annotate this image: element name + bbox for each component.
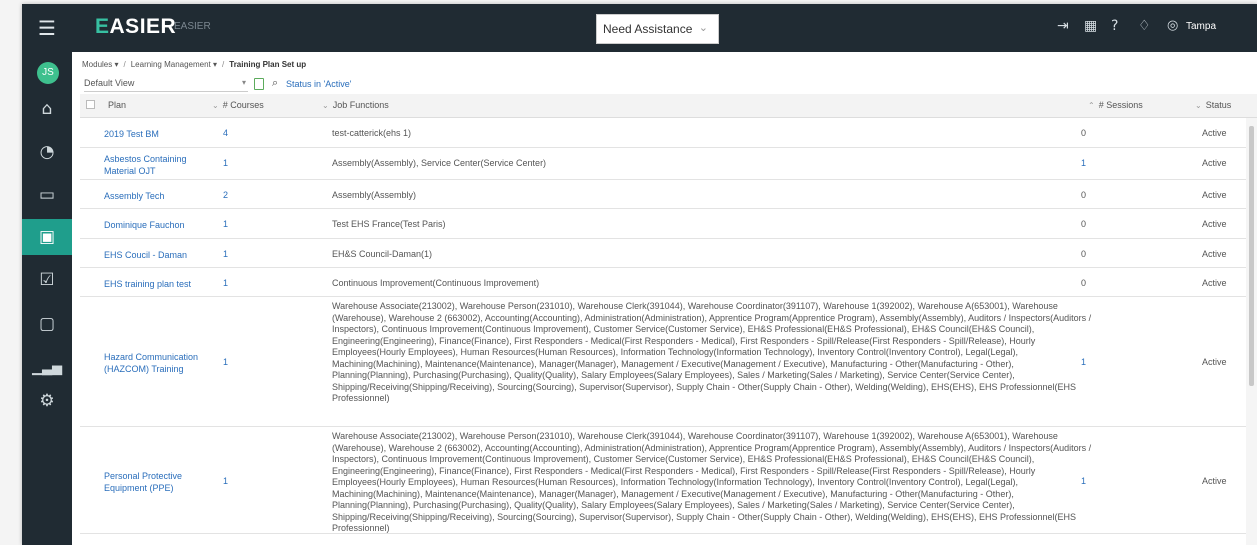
status-text: Active: [1202, 278, 1227, 288]
status-text: Active: [1202, 190, 1227, 200]
documents-icon[interactable]: ▢: [22, 306, 72, 342]
sort-icon: ⌄: [1195, 101, 1202, 110]
search-icon[interactable]: ⌕: [272, 76, 278, 90]
reports-icon[interactable]: ◔: [22, 134, 72, 170]
location-city[interactable]: Tampa: [1186, 21, 1216, 32]
app-background: ☰ EASIER EASIER Need Assistance ⌄ ⇥ ▦ ? …: [0, 0, 1257, 545]
table-row[interactable]: Assembly Tech 2 Assembly(Assembly) 0 Active: [80, 180, 1246, 209]
table-row[interactable]: 2019 Test BM 4 test-catterick(ehs 1) 0 Activ…: [80, 118, 1246, 148]
chevron-down-icon: ⌄: [698, 22, 708, 34]
status-text: Active: [1202, 249, 1227, 259]
vertical-scrollbar[interactable]: [1246, 118, 1257, 545]
table-row[interactable]: EHS Coucil - Daman 1 EH&S Council-Daman(1)…: [80, 239, 1246, 268]
tenant-name: EASIER: [174, 21, 211, 32]
sort-icon: ⌃: [1088, 101, 1095, 110]
plan-link[interactable]: Hazard Communication (HAZCOM) Training: [104, 351, 204, 375]
avatar[interactable]: JS: [37, 62, 59, 84]
plan-link[interactable]: Assembly Tech: [104, 190, 204, 202]
job-functions-text: Assembly(Assembly): [332, 190, 417, 200]
location-pin-icon[interactable]: ◎: [1167, 18, 1178, 33]
breadcrumb: Modules ▾ / Learning Management ▾ / Training…: [82, 60, 307, 69]
chevron-down-icon: ▾: [241, 78, 246, 87]
courses-count-link[interactable]: 1: [223, 357, 228, 367]
courses-count-link[interactable]: 2: [223, 190, 228, 200]
job-functions-text: Assembly(Assembly), Service Center(Servi…: [332, 158, 547, 168]
logout-icon[interactable]: ⇥: [1057, 18, 1069, 34]
view-select-value: Default View: [84, 78, 135, 88]
sessions-count[interactable]: 1: [1081, 158, 1086, 168]
sessions-count[interactable]: 1: [1081, 357, 1086, 367]
column-header-job-functions[interactable]: ⌄ Job Functions: [322, 100, 389, 110]
checklist-icon[interactable]: ☑: [22, 262, 72, 298]
sessions-count: 0: [1081, 219, 1087, 229]
column-header-plan[interactable]: Plan: [108, 100, 126, 110]
status-text: Active: [1202, 476, 1227, 486]
active-filter-text[interactable]: Status in 'Active': [286, 79, 351, 89]
home-icon[interactable]: ⌂: [22, 91, 72, 127]
job-functions-text: EH&S Council-Daman(1): [332, 249, 433, 259]
breadcrumb-current: Training Plan Set up: [229, 60, 307, 69]
app-logo[interactable]: EASIER: [95, 15, 176, 39]
sessions-count: 0: [1081, 278, 1087, 288]
table-header: Plan ⌄ # Courses ⌄ Job Functions ⌃ # Sessio…: [80, 94, 1257, 118]
job-functions-text: Warehouse Associate(213002), Warehouse P…: [332, 301, 1092, 403]
training-icon[interactable]: ▣: [22, 219, 72, 255]
breadcrumb-learning-management[interactable]: Learning Management ▾: [131, 60, 217, 69]
sessions-count: 0: [1081, 190, 1087, 200]
view-select[interactable]: Default View ▾: [84, 78, 248, 92]
app-window: ☰ EASIER EASIER Need Assistance ⌄ ⇥ ▦ ? …: [22, 4, 1257, 545]
help-icon[interactable]: ?: [1111, 18, 1118, 34]
status-text: Active: [1202, 128, 1227, 138]
courses-count-link[interactable]: 1: [223, 219, 228, 229]
column-header-courses[interactable]: ⌄ # Courses: [212, 100, 264, 110]
select-all-checkbox[interactable]: [86, 100, 95, 109]
settings-icon[interactable]: ⚙: [22, 383, 72, 419]
plan-link[interactable]: Personal Protective Equipment (PPE): [104, 470, 204, 494]
plan-link[interactable]: EHS Coucil - Daman: [104, 249, 204, 261]
courses-count-link[interactable]: 1: [223, 249, 228, 259]
plan-link[interactable]: EHS training plan test: [104, 278, 204, 290]
courses-count-link[interactable]: 1: [223, 158, 228, 168]
bell-icon[interactable]: ♢: [1138, 18, 1151, 34]
plan-link[interactable]: Dominique Fauchon: [104, 219, 204, 231]
status-text: Active: [1202, 357, 1227, 367]
job-functions-text: test-catterick(ehs 1): [332, 128, 412, 138]
sort-icon: ⌄: [212, 101, 219, 110]
job-functions-text: Test EHS France(Test Paris): [332, 219, 446, 229]
top-bar: ☰ EASIER EASIER Need Assistance ⌄ ⇥ ▦ ? …: [22, 4, 1257, 52]
export-excel-icon[interactable]: [254, 78, 264, 90]
plan-link[interactable]: 2019 Test BM: [104, 128, 204, 140]
table-row[interactable]: Dominique Fauchon 1 Test EHS France(Test P…: [80, 209, 1246, 239]
monitor-icon[interactable]: ▭: [22, 177, 72, 213]
table-row[interactable]: Asbestos Containing Material OJT 1 Assembl…: [80, 148, 1246, 180]
scrollbar-thumb[interactable]: [1249, 126, 1254, 386]
sessions-count: 0: [1081, 128, 1087, 138]
plan-link[interactable]: Asbestos Containing Material OJT: [104, 153, 204, 177]
courses-count-link[interactable]: 1: [223, 278, 228, 288]
table-row[interactable]: Personal Protective Equipment (PPE) 1 Ware…: [80, 427, 1246, 534]
hamburger-menu-icon[interactable]: ☰: [22, 4, 72, 52]
analytics-icon[interactable]: ▁▃▅: [22, 350, 72, 386]
courses-count-link[interactable]: 1: [223, 476, 228, 486]
sessions-count[interactable]: 1: [1081, 476, 1086, 486]
sessions-count: 0: [1081, 249, 1087, 259]
status-text: Active: [1202, 219, 1227, 229]
column-header-sessions[interactable]: ⌃ # Sessions: [1088, 100, 1143, 110]
calendar-icon[interactable]: ▦: [1084, 18, 1097, 34]
sort-icon: ⌄: [322, 101, 329, 110]
breadcrumb-modules[interactable]: Modules ▾: [82, 60, 118, 69]
job-functions-text: Warehouse Associate(213002), Warehouse P…: [332, 431, 1092, 533]
status-text: Active: [1202, 158, 1227, 168]
courses-count-link[interactable]: 4: [223, 128, 228, 138]
job-functions-text: Continuous Improvement(Continuous Improv…: [332, 278, 540, 288]
column-header-status[interactable]: ⌄ Status: [1195, 100, 1231, 110]
sidebar: JS ⌂ ◔ ▭ ▣ ☑ ▢ ▁▃▅ ⚙: [22, 52, 72, 545]
need-assistance-dropdown[interactable]: Need Assistance ⌄: [596, 14, 719, 44]
table-row[interactable]: Hazard Communication (HAZCOM) Training 1 W…: [80, 297, 1246, 427]
table-row[interactable]: EHS training plan test 1 Continuous Improv…: [80, 268, 1246, 297]
need-assistance-label: Need Assistance: [603, 22, 693, 36]
